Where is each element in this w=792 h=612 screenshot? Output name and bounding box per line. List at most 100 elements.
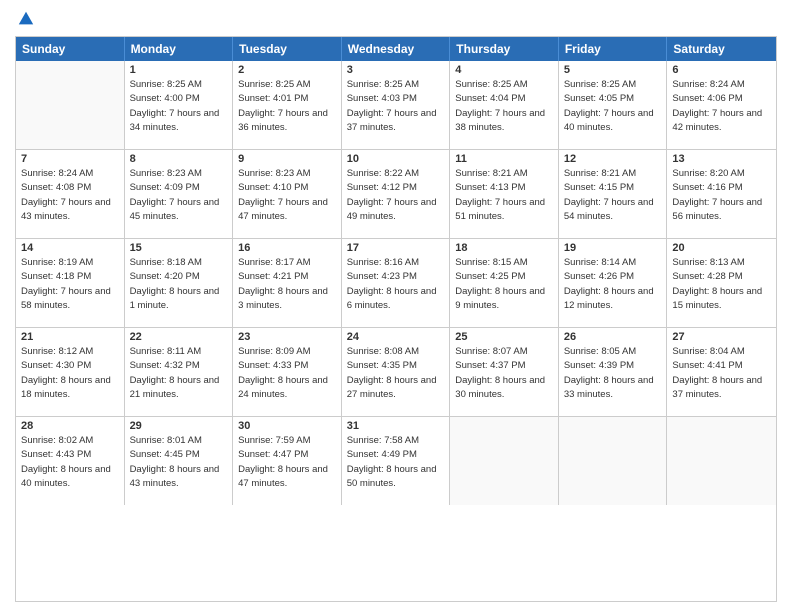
sun-info: Sunrise: 8:16 AMSunset: 4:23 PMDaylight:…	[347, 256, 445, 313]
day-number: 16	[238, 242, 336, 254]
calendar-cell: 12 Sunrise: 8:21 AMSunset: 4:15 PMDayligh…	[559, 150, 668, 238]
day-number: 18	[455, 242, 553, 254]
calendar-cell: 6 Sunrise: 8:24 AMSunset: 4:06 PMDaylight…	[667, 61, 776, 149]
sun-info: Sunrise: 8:25 AMSunset: 4:05 PMDaylight:…	[564, 78, 662, 135]
day-number: 6	[672, 64, 771, 76]
day-number: 31	[347, 420, 445, 432]
calendar-cell: 31 Sunrise: 7:58 AMSunset: 4:49 PMDayligh…	[342, 417, 451, 505]
calendar-row: 28Sunrise: 8:02 AMSunset: 4:43 PMDayligh…	[16, 417, 776, 505]
calendar-cell: 22 Sunrise: 8:11 AMSunset: 4:32 PMDayligh…	[125, 328, 234, 416]
day-of-week-header: Thursday	[450, 37, 559, 61]
sun-info: Sunrise: 8:25 AMSunset: 4:01 PMDaylight:…	[238, 78, 336, 135]
day-of-week-header: Sunday	[16, 37, 125, 61]
sun-info: Sunrise: 8:15 AMSunset: 4:25 PMDaylight:…	[455, 256, 553, 313]
day-number: 5	[564, 64, 662, 76]
page: SundayMondayTuesdayWednesdayThursdayFrid…	[0, 0, 792, 612]
day-number: 10	[347, 153, 445, 165]
day-of-week-header: Friday	[559, 37, 668, 61]
calendar-cell: 29 Sunrise: 8:01 AMSunset: 4:45 PMDayligh…	[125, 417, 234, 505]
sun-info: Sunrise: 8:22 AMSunset: 4:12 PMDaylight:…	[347, 167, 445, 224]
sun-info: Sunrise: 8:24 AMSunset: 4:06 PMDaylight:…	[672, 78, 771, 135]
day-number: 20	[672, 242, 771, 254]
header	[15, 10, 777, 28]
calendar-cell: 11 Sunrise: 8:21 AMSunset: 4:13 PMDayligh…	[450, 150, 559, 238]
calendar-row: 14 Sunrise: 8:19 AMSunset: 4:18 PMDayligh…	[16, 239, 776, 328]
day-number: 12	[564, 153, 662, 165]
sun-info: Sunrise: 8:01 AMSunset: 4:45 PMDaylight:…	[130, 434, 228, 491]
calendar-cell: 1 Sunrise: 8:25 AMSunset: 4:00 PMDaylight…	[125, 61, 234, 149]
sun-info: Sunrise: 8:25 AMSunset: 4:04 PMDaylight:…	[455, 78, 553, 135]
day-number: 30	[238, 420, 336, 432]
sun-info: Sunrise: 8:08 AMSunset: 4:35 PMDaylight:…	[347, 345, 445, 402]
calendar-cell: 9 Sunrise: 8:23 AMSunset: 4:10 PMDaylight…	[233, 150, 342, 238]
sun-info: Sunrise: 8:19 AMSunset: 4:18 PMDaylight:…	[21, 256, 119, 313]
sun-info: Sunrise: 8:24 AMSunset: 4:08 PMDaylight:…	[21, 167, 119, 224]
calendar-cell: 8 Sunrise: 8:23 AMSunset: 4:09 PMDaylight…	[125, 150, 234, 238]
calendar-cell: 28Sunrise: 8:02 AMSunset: 4:43 PMDayligh…	[16, 417, 125, 505]
sun-info: Sunrise: 8:09 AMSunset: 4:33 PMDaylight:…	[238, 345, 336, 402]
calendar-cell: 24 Sunrise: 8:08 AMSunset: 4:35 PMDayligh…	[342, 328, 451, 416]
calendar: SundayMondayTuesdayWednesdayThursdayFrid…	[15, 36, 777, 602]
calendar-cell: 23 Sunrise: 8:09 AMSunset: 4:33 PMDayligh…	[233, 328, 342, 416]
sun-info: Sunrise: 8:14 AMSunset: 4:26 PMDaylight:…	[564, 256, 662, 313]
calendar-cell: 15Sunrise: 8:18 AMSunset: 4:20 PMDayligh…	[125, 239, 234, 327]
day-number: 19	[564, 242, 662, 254]
day-number: 27	[672, 331, 771, 343]
calendar-cell: 4Sunrise: 8:25 AMSunset: 4:04 PMDaylight…	[450, 61, 559, 149]
sun-info: Sunrise: 8:17 AMSunset: 4:21 PMDaylight:…	[238, 256, 336, 313]
calendar-cell: 5 Sunrise: 8:25 AMSunset: 4:05 PMDaylight…	[559, 61, 668, 149]
calendar-header: SundayMondayTuesdayWednesdayThursdayFrid…	[16, 37, 776, 61]
day-number: 1	[130, 64, 228, 76]
day-of-week-header: Wednesday	[342, 37, 451, 61]
calendar-cell: 20 Sunrise: 8:13 AMSunset: 4:28 PMDayligh…	[667, 239, 776, 327]
calendar-cell: 14 Sunrise: 8:19 AMSunset: 4:18 PMDayligh…	[16, 239, 125, 327]
day-number: 23	[238, 331, 336, 343]
logo	[15, 10, 35, 28]
sun-info: Sunrise: 8:13 AMSunset: 4:28 PMDaylight:…	[672, 256, 771, 313]
sun-info: Sunrise: 8:11 AMSunset: 4:32 PMDaylight:…	[130, 345, 228, 402]
calendar-cell: 21Sunrise: 8:12 AMSunset: 4:30 PMDayligh…	[16, 328, 125, 416]
day-number: 7	[21, 153, 119, 165]
sun-info: Sunrise: 8:07 AMSunset: 4:37 PMDaylight:…	[455, 345, 553, 402]
day-of-week-header: Saturday	[667, 37, 776, 61]
sun-info: Sunrise: 8:23 AMSunset: 4:10 PMDaylight:…	[238, 167, 336, 224]
calendar-cell: 2 Sunrise: 8:25 AMSunset: 4:01 PMDaylight…	[233, 61, 342, 149]
sun-info: Sunrise: 8:23 AMSunset: 4:09 PMDaylight:…	[130, 167, 228, 224]
day-number: 21	[21, 331, 119, 343]
calendar-cell	[667, 417, 776, 505]
sun-info: Sunrise: 7:58 AMSunset: 4:49 PMDaylight:…	[347, 434, 445, 491]
calendar-cell: 25 Sunrise: 8:07 AMSunset: 4:37 PMDayligh…	[450, 328, 559, 416]
day-number: 11	[455, 153, 553, 165]
day-number: 9	[238, 153, 336, 165]
day-number: 22	[130, 331, 228, 343]
day-number: 26	[564, 331, 662, 343]
calendar-cell: 30Sunrise: 7:59 AMSunset: 4:47 PMDayligh…	[233, 417, 342, 505]
day-number: 17	[347, 242, 445, 254]
day-number: 29	[130, 420, 228, 432]
day-number: 2	[238, 64, 336, 76]
calendar-cell: 16 Sunrise: 8:17 AMSunset: 4:21 PMDayligh…	[233, 239, 342, 327]
sun-info: Sunrise: 8:25 AMSunset: 4:00 PMDaylight:…	[130, 78, 228, 135]
sun-info: Sunrise: 8:05 AMSunset: 4:39 PMDaylight:…	[564, 345, 662, 402]
day-number: 24	[347, 331, 445, 343]
sun-info: Sunrise: 8:21 AMSunset: 4:15 PMDaylight:…	[564, 167, 662, 224]
sun-info: Sunrise: 8:25 AMSunset: 4:03 PMDaylight:…	[347, 78, 445, 135]
day-number: 28	[21, 420, 119, 432]
day-number: 8	[130, 153, 228, 165]
sun-info: Sunrise: 8:04 AMSunset: 4:41 PMDaylight:…	[672, 345, 771, 402]
calendar-cell	[450, 417, 559, 505]
sun-info: Sunrise: 8:21 AMSunset: 4:13 PMDaylight:…	[455, 167, 553, 224]
day-number: 15	[130, 242, 228, 254]
day-number: 3	[347, 64, 445, 76]
calendar-cell: 27 Sunrise: 8:04 AMSunset: 4:41 PMDayligh…	[667, 328, 776, 416]
calendar-cell	[16, 61, 125, 149]
day-number: 14	[21, 242, 119, 254]
calendar-cell	[559, 417, 668, 505]
day-number: 25	[455, 331, 553, 343]
calendar-body: 1 Sunrise: 8:25 AMSunset: 4:00 PMDaylight…	[16, 61, 776, 505]
calendar-cell: 17 Sunrise: 8:16 AMSunset: 4:23 PMDayligh…	[342, 239, 451, 327]
calendar-cell: 13Sunrise: 8:20 AMSunset: 4:16 PMDayligh…	[667, 150, 776, 238]
day-number: 13	[672, 153, 771, 165]
calendar-cell: 18 Sunrise: 8:15 AMSunset: 4:25 PMDayligh…	[450, 239, 559, 327]
calendar-cell: 26 Sunrise: 8:05 AMSunset: 4:39 PMDayligh…	[559, 328, 668, 416]
